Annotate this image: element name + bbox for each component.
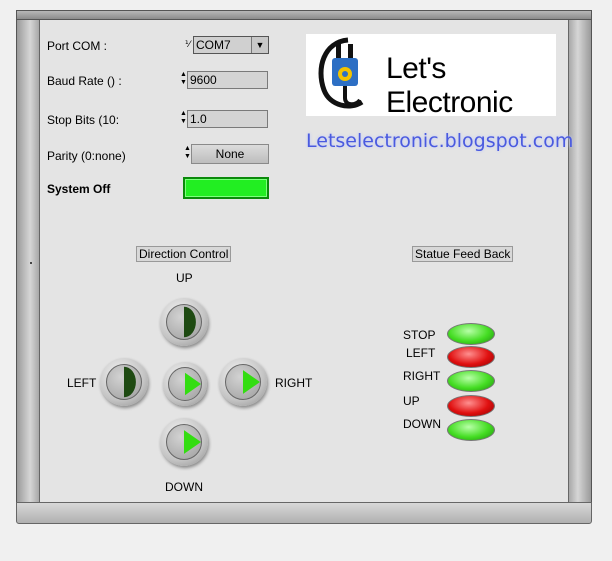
up-indicator — [184, 306, 196, 338]
baud-rate-label: Baud Rate () : — [47, 74, 122, 88]
baud-rate-field[interactable]: 9600 — [187, 71, 268, 89]
feedback-label-up: UP — [403, 394, 420, 408]
feedback-label-left: LEFT — [406, 346, 436, 360]
feedback-label-right: RIGHT — [403, 369, 441, 383]
plug-icon — [318, 37, 364, 109]
feedback-led-left — [447, 346, 495, 368]
down-indicator — [184, 430, 201, 454]
port-com-select[interactable]: COM7 ▼ — [193, 36, 269, 54]
right-indicator — [243, 370, 260, 394]
window-frame-left — [16, 20, 40, 502]
io-icon: ⅟ — [184, 39, 191, 49]
down-button[interactable] — [160, 418, 208, 466]
stop-button-face — [168, 367, 202, 401]
right-button-face — [225, 364, 261, 400]
parity-label: Parity (0:none) — [47, 149, 126, 163]
down-button-face — [166, 424, 202, 460]
left-button-face — [106, 364, 142, 400]
feedback-led-up — [447, 395, 495, 417]
blog-url: Letselectronic.blogspot.com — [306, 130, 574, 152]
system-status-label: System Off — [47, 182, 111, 196]
chevron-down-icon[interactable]: ▼ — [251, 37, 268, 53]
baud-rate-spinner[interactable]: ▲ ▼ — [180, 71, 187, 89]
down-label: DOWN — [165, 480, 203, 494]
horizontal-scrollbar[interactable] — [16, 502, 592, 524]
stop-indicator — [185, 372, 201, 396]
up-label: UP — [176, 271, 193, 285]
feedback-led-stop — [447, 323, 495, 345]
system-toggle-button[interactable] — [183, 177, 269, 199]
stop-button[interactable] — [163, 362, 207, 406]
logo: Let's Electronic — [306, 34, 556, 119]
up-button[interactable] — [160, 298, 208, 346]
feedback-label-down: DOWN — [403, 417, 441, 431]
feedback-led-right — [447, 370, 495, 392]
port-com-value: COM7 — [196, 38, 231, 52]
feedback-led-down — [447, 419, 495, 441]
window-frame-top — [16, 10, 592, 20]
feedback-label-stop: STOP — [403, 328, 436, 342]
direction-control-title: Direction Control — [136, 246, 232, 262]
parity-selector[interactable]: None — [191, 144, 269, 164]
up-button-face — [166, 304, 202, 340]
stop-bits-field[interactable]: 1.0 — [187, 110, 268, 128]
left-indicator — [124, 366, 136, 398]
feedback-title: Statue Feed Back — [412, 246, 514, 262]
right-button[interactable] — [219, 358, 267, 406]
frame-marker — [30, 262, 32, 264]
right-label: RIGHT — [275, 376, 313, 390]
port-com-label: Port COM : — [47, 39, 108, 53]
left-button[interactable] — [100, 358, 148, 406]
left-label: LEFT — [67, 376, 97, 390]
logo-text: Let's Electronic — [386, 52, 513, 119]
parity-spinner[interactable]: ▲ ▼ — [184, 145, 191, 163]
window-frame-right — [568, 20, 592, 502]
stop-bits-spinner[interactable]: ▲ ▼ — [180, 110, 187, 128]
stop-bits-label: Stop Bits (10: — [47, 113, 120, 127]
